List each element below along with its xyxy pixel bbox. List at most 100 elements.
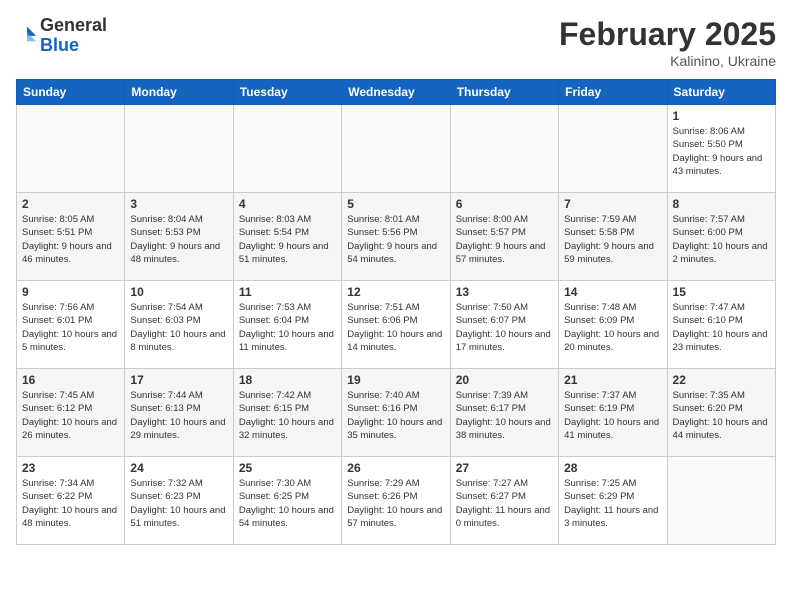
calendar-cell: 13 Sunrise: 7:50 AM Sunset: 6:07 PM Dayli…: [450, 281, 558, 369]
calendar-cell: 6Sunrise: 8:00 AM Sunset: 5:57 PM Daylig…: [450, 193, 558, 281]
day-info: Sunrise: 7:34 AM Sunset: 6:22 PM Dayligh…: [22, 477, 119, 530]
calendar-cell: 23 Sunrise: 7:34 AM Sunset: 6:22 PM Dayli…: [17, 457, 125, 545]
calendar-cell: 26 Sunrise: 7:29 AM Sunset: 6:26 PM Dayli…: [342, 457, 450, 545]
day-number: 20: [456, 373, 553, 387]
calendar-cell: 28Sunrise: 7:25 AM Sunset: 6:29 PM Dayli…: [559, 457, 667, 545]
day-number: 13: [456, 285, 553, 299]
calendar-header-row: SundayMondayTuesdayWednesdayThursdayFrid…: [17, 80, 776, 105]
calendar-cell: [450, 105, 558, 193]
day-info: Sunrise: 7:57 AM Sunset: 6:00 PM Dayligh…: [673, 213, 770, 266]
calendar-cell: [17, 105, 125, 193]
calendar-table: SundayMondayTuesdayWednesdayThursdayFrid…: [16, 79, 776, 545]
calendar-cell: 15 Sunrise: 7:47 AM Sunset: 6:10 PM Dayli…: [667, 281, 775, 369]
weekday-header-thursday: Thursday: [450, 80, 558, 105]
calendar-cell: 4 Sunrise: 8:03 AM Sunset: 5:54 PM Daylig…: [233, 193, 341, 281]
logo-general-text: General: [40, 15, 107, 35]
calendar-week-row: 1 Sunrise: 8:06 AM Sunset: 5:50 PM Daylig…: [17, 105, 776, 193]
day-info: Sunrise: 7:56 AM Sunset: 6:01 PM Dayligh…: [22, 301, 119, 354]
calendar-cell: 14 Sunrise: 7:48 AM Sunset: 6:09 PM Dayli…: [559, 281, 667, 369]
day-info: Sunrise: 7:29 AM Sunset: 6:26 PM Dayligh…: [347, 477, 444, 530]
calendar-cell: 20 Sunrise: 7:39 AM Sunset: 6:17 PM Dayli…: [450, 369, 558, 457]
calendar-cell: [342, 105, 450, 193]
weekday-header-wednesday: Wednesday: [342, 80, 450, 105]
calendar-cell: 25 Sunrise: 7:30 AM Sunset: 6:25 PM Dayli…: [233, 457, 341, 545]
day-info: Sunrise: 7:25 AM Sunset: 6:29 PM Dayligh…: [564, 477, 661, 530]
day-info: Sunrise: 7:51 AM Sunset: 6:06 PM Dayligh…: [347, 301, 444, 354]
day-number: 19: [347, 373, 444, 387]
calendar-cell: 21 Sunrise: 7:37 AM Sunset: 6:19 PM Dayli…: [559, 369, 667, 457]
day-number: 10: [130, 285, 227, 299]
calendar-cell: 7Sunrise: 7:59 AM Sunset: 5:58 PM Daylig…: [559, 193, 667, 281]
day-number: 3: [130, 197, 227, 211]
day-info: Sunrise: 7:27 AM Sunset: 6:27 PM Dayligh…: [456, 477, 553, 530]
day-number: 6: [456, 197, 553, 211]
day-number: 8: [673, 197, 770, 211]
day-info: Sunrise: 7:54 AM Sunset: 6:03 PM Dayligh…: [130, 301, 227, 354]
day-number: 18: [239, 373, 336, 387]
day-number: 1: [673, 109, 770, 123]
day-number: 27: [456, 461, 553, 475]
day-info: Sunrise: 7:37 AM Sunset: 6:19 PM Dayligh…: [564, 389, 661, 442]
day-info: Sunrise: 7:32 AM Sunset: 6:23 PM Dayligh…: [130, 477, 227, 530]
logo-blue-text: Blue: [40, 35, 79, 55]
day-number: 11: [239, 285, 336, 299]
day-number: 15: [673, 285, 770, 299]
day-info: Sunrise: 7:30 AM Sunset: 6:25 PM Dayligh…: [239, 477, 336, 530]
day-info: Sunrise: 7:47 AM Sunset: 6:10 PM Dayligh…: [673, 301, 770, 354]
day-number: 12: [347, 285, 444, 299]
day-number: 26: [347, 461, 444, 475]
day-info: Sunrise: 7:45 AM Sunset: 6:12 PM Dayligh…: [22, 389, 119, 442]
calendar-cell: 18 Sunrise: 7:42 AM Sunset: 6:15 PM Dayli…: [233, 369, 341, 457]
day-info: Sunrise: 7:35 AM Sunset: 6:20 PM Dayligh…: [673, 389, 770, 442]
day-info: Sunrise: 8:04 AM Sunset: 5:53 PM Dayligh…: [130, 213, 227, 266]
weekday-header-monday: Monday: [125, 80, 233, 105]
calendar-week-row: 9 Sunrise: 7:56 AM Sunset: 6:01 PM Daylig…: [17, 281, 776, 369]
calendar-cell: 16 Sunrise: 7:45 AM Sunset: 6:12 PM Dayli…: [17, 369, 125, 457]
day-number: 4: [239, 197, 336, 211]
calendar-cell: 11 Sunrise: 7:53 AM Sunset: 6:04 PM Dayli…: [233, 281, 341, 369]
day-number: 24: [130, 461, 227, 475]
day-info: Sunrise: 7:42 AM Sunset: 6:15 PM Dayligh…: [239, 389, 336, 442]
day-info: Sunrise: 8:06 AM Sunset: 5:50 PM Dayligh…: [673, 125, 770, 178]
day-info: Sunrise: 7:53 AM Sunset: 6:04 PM Dayligh…: [239, 301, 336, 354]
calendar-cell: 10 Sunrise: 7:54 AM Sunset: 6:03 PM Dayli…: [125, 281, 233, 369]
calendar-week-row: 2Sunrise: 8:05 AM Sunset: 5:51 PM Daylig…: [17, 193, 776, 281]
day-info: Sunrise: 7:39 AM Sunset: 6:17 PM Dayligh…: [456, 389, 553, 442]
day-info: Sunrise: 8:01 AM Sunset: 5:56 PM Dayligh…: [347, 213, 444, 266]
day-info: Sunrise: 7:44 AM Sunset: 6:13 PM Dayligh…: [130, 389, 227, 442]
day-info: Sunrise: 7:59 AM Sunset: 5:58 PM Dayligh…: [564, 213, 661, 266]
day-number: 17: [130, 373, 227, 387]
location-subtitle: Kalinino, Ukraine: [559, 53, 776, 69]
logo-icon: [16, 23, 38, 45]
day-number: 9: [22, 285, 119, 299]
day-number: 2: [22, 197, 119, 211]
month-title: February 2025: [559, 16, 776, 53]
logo: General Blue: [16, 16, 107, 56]
calendar-cell: 5 Sunrise: 8:01 AM Sunset: 5:56 PM Daylig…: [342, 193, 450, 281]
day-number: 21: [564, 373, 661, 387]
calendar-cell: 19Sunrise: 7:40 AM Sunset: 6:16 PM Dayli…: [342, 369, 450, 457]
calendar-week-row: 23 Sunrise: 7:34 AM Sunset: 6:22 PM Dayli…: [17, 457, 776, 545]
title-block: February 2025 Kalinino, Ukraine: [559, 16, 776, 69]
day-number: 14: [564, 285, 661, 299]
calendar-cell: 3 Sunrise: 8:04 AM Sunset: 5:53 PM Daylig…: [125, 193, 233, 281]
day-number: 16: [22, 373, 119, 387]
day-number: 25: [239, 461, 336, 475]
calendar-cell: 9 Sunrise: 7:56 AM Sunset: 6:01 PM Daylig…: [17, 281, 125, 369]
calendar-cell: 27 Sunrise: 7:27 AM Sunset: 6:27 PM Dayli…: [450, 457, 558, 545]
day-number: 22: [673, 373, 770, 387]
day-number: 5: [347, 197, 444, 211]
calendar-week-row: 16 Sunrise: 7:45 AM Sunset: 6:12 PM Dayli…: [17, 369, 776, 457]
calendar-cell: 1 Sunrise: 8:06 AM Sunset: 5:50 PM Daylig…: [667, 105, 775, 193]
day-info: Sunrise: 8:03 AM Sunset: 5:54 PM Dayligh…: [239, 213, 336, 266]
calendar-cell: [233, 105, 341, 193]
calendar-cell: 22 Sunrise: 7:35 AM Sunset: 6:20 PM Dayli…: [667, 369, 775, 457]
day-info: Sunrise: 7:48 AM Sunset: 6:09 PM Dayligh…: [564, 301, 661, 354]
weekday-header-friday: Friday: [559, 80, 667, 105]
day-info: Sunrise: 7:50 AM Sunset: 6:07 PM Dayligh…: [456, 301, 553, 354]
weekday-header-tuesday: Tuesday: [233, 80, 341, 105]
calendar-cell: 24 Sunrise: 7:32 AM Sunset: 6:23 PM Dayli…: [125, 457, 233, 545]
day-number: 23: [22, 461, 119, 475]
calendar-cell: [667, 457, 775, 545]
calendar-cell: 12 Sunrise: 7:51 AM Sunset: 6:06 PM Dayli…: [342, 281, 450, 369]
